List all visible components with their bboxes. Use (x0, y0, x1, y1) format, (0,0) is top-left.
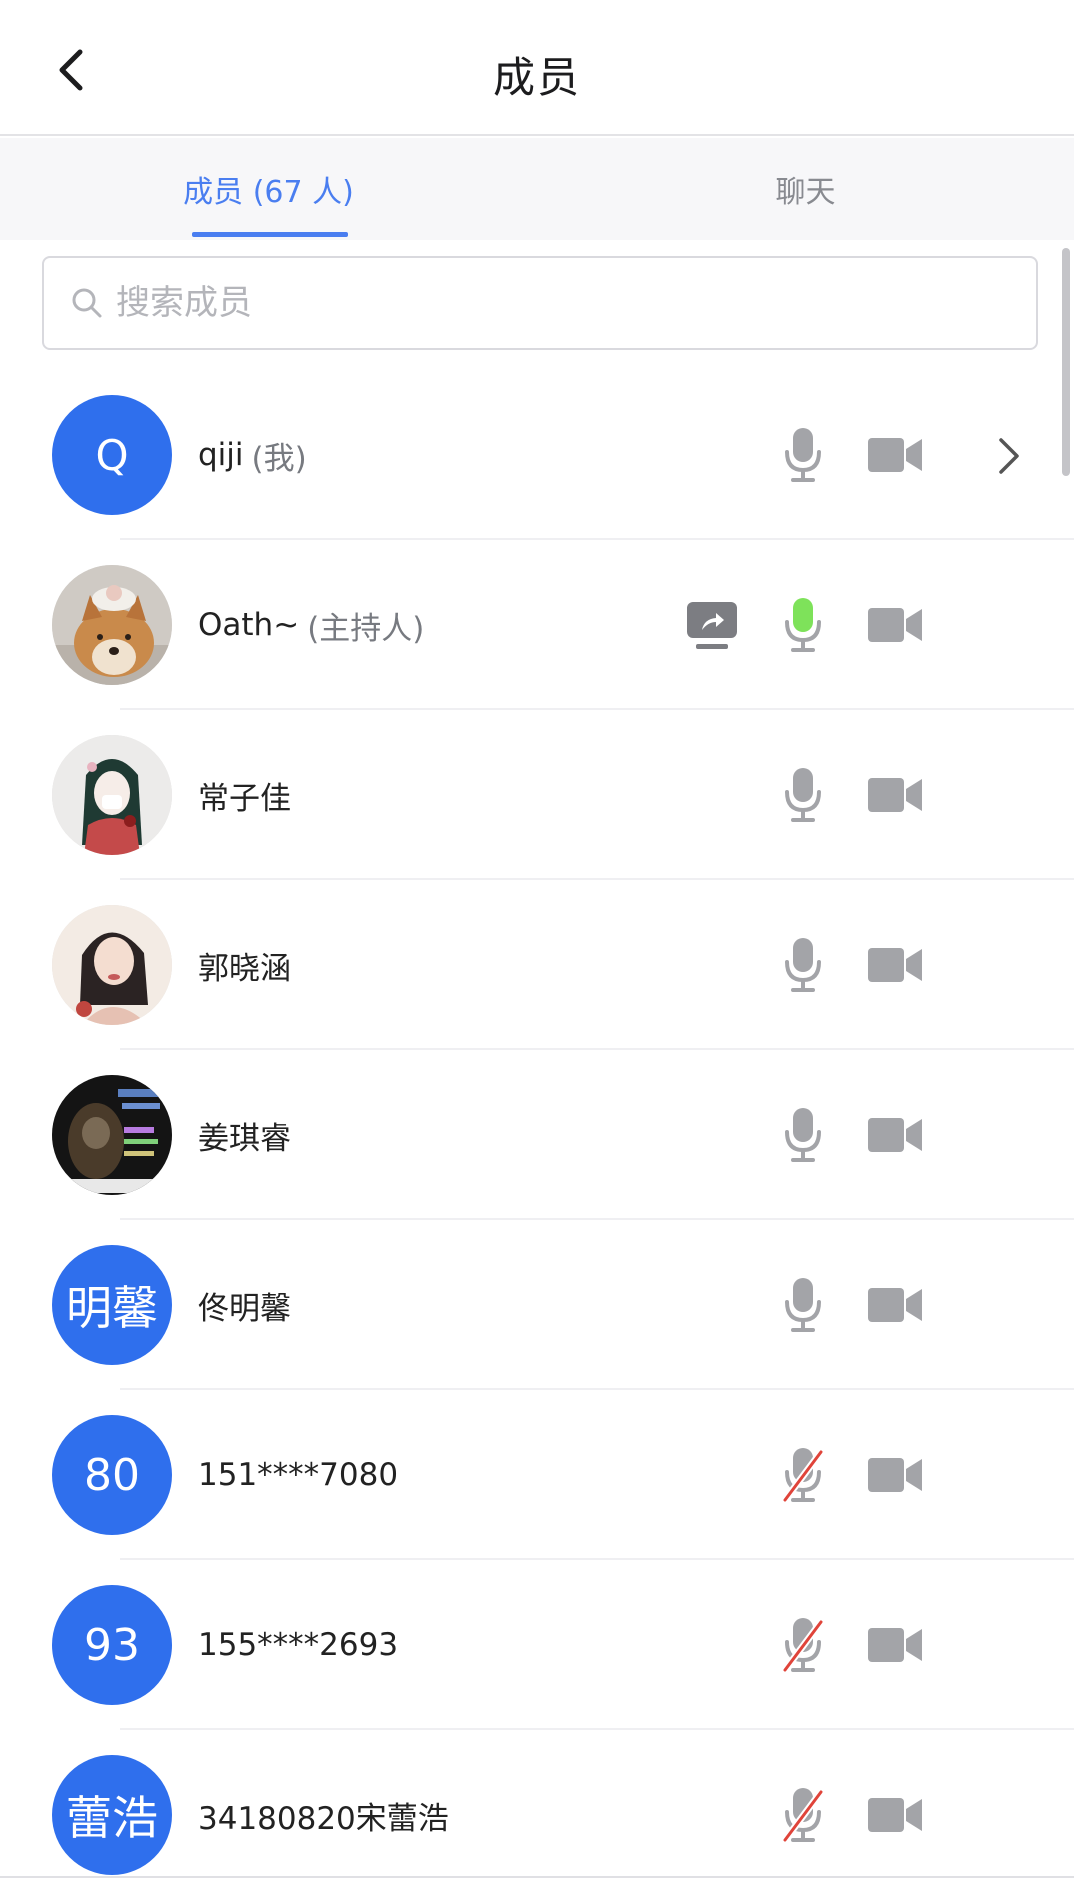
member-row[interactable]: 郭晓涵 (0, 880, 1074, 1050)
microphone-icon[interactable] (782, 1276, 824, 1334)
member-name-text: 姜琪睿 (198, 1120, 291, 1157)
avatar (52, 735, 172, 855)
member-name-text: 郭晓涵 (198, 950, 291, 987)
chevron-right-icon[interactable] (996, 436, 1022, 476)
camera-icon[interactable] (868, 946, 924, 984)
member-name-text: 34180820宋蕾浩 (198, 1800, 449, 1837)
member-name: 佟明馨 (198, 1220, 291, 1390)
member-name-text: 佟明馨 (198, 1290, 291, 1327)
avatar (52, 1075, 172, 1195)
bottom-divider (0, 1876, 1074, 1878)
mic-muted-icon[interactable] (782, 1446, 824, 1504)
nav-bar: 成员 (0, 0, 1074, 136)
avatar: 明馨 (52, 1245, 172, 1365)
camera-icon[interactable] (868, 776, 924, 814)
microphone-icon[interactable] (782, 766, 824, 824)
mic-muted-icon[interactable] (782, 1616, 824, 1674)
member-name-text: 155****2693 (198, 1627, 399, 1663)
search-icon (72, 288, 102, 318)
microphone-icon[interactable] (782, 1106, 824, 1164)
microphone-icon[interactable] (782, 426, 824, 484)
member-role: (我) (251, 440, 307, 477)
member-name: Oath~ (主持人) (198, 540, 424, 710)
tab-bar: 成员 (67 人) 聊天 (0, 138, 1074, 240)
avatar: Q (52, 395, 172, 515)
member-name: 常子佳 (198, 710, 291, 880)
avatar: 蕾浩 (52, 1755, 172, 1875)
avatar (52, 565, 172, 685)
member-row[interactable]: 93 155****2693 (0, 1560, 1074, 1730)
member-name-text: qiji (198, 437, 244, 473)
active-tab-indicator (192, 232, 348, 237)
member-row[interactable]: Qqiji (我) (0, 370, 1074, 540)
avatar: 80 (52, 1415, 172, 1535)
member-row[interactable]: 80 151****7080 (0, 1390, 1074, 1560)
member-name-text: Oath~ (198, 607, 300, 643)
microphone-icon[interactable] (782, 936, 824, 994)
camera-icon[interactable] (868, 436, 924, 474)
member-name: qiji (我) (198, 370, 307, 540)
camera-icon[interactable] (868, 1456, 924, 1494)
members-page: 成员 成员 (67 人) 聊天 Qqiji(我)Oath~(主持人)常子佳郭晓涵… (0, 0, 1074, 1887)
member-role: (主持人) (307, 610, 425, 647)
microphone-icon[interactable] (782, 596, 824, 654)
mic-muted-icon[interactable] (782, 1786, 824, 1844)
avatar (52, 905, 172, 1025)
search-input[interactable] (116, 273, 996, 333)
member-name: 151****7080 (198, 1390, 398, 1560)
tab-members[interactable]: 成员 (67 人) (0, 138, 537, 240)
member-name-text: 151****7080 (198, 1457, 399, 1493)
tab-chat[interactable]: 聊天 (537, 138, 1074, 240)
camera-icon[interactable] (868, 1116, 924, 1154)
member-name: 34180820宋蕾浩 (198, 1730, 449, 1887)
camera-icon[interactable] (868, 1286, 924, 1324)
member-row[interactable]: 明馨 佟明馨 (0, 1220, 1074, 1390)
avatar: 93 (52, 1585, 172, 1705)
member-name: 155****2693 (198, 1560, 398, 1730)
member-name: 姜琪睿 (198, 1050, 291, 1220)
page-title: 成员 (492, 53, 581, 102)
member-row[interactable]: 常子佳 (0, 710, 1074, 880)
member-row[interactable]: 姜琪睿 (0, 1050, 1074, 1220)
camera-icon[interactable] (868, 1796, 924, 1834)
member-list: Qqiji (我) Oath~ (主持人) 常子佳 郭晓涵 姜琪睿 明馨 佟明馨 80 151***… (0, 370, 1074, 1887)
member-name: 郭晓涵 (198, 880, 291, 1050)
member-row[interactable]: 蕾浩 34180820宋蕾浩 (0, 1730, 1074, 1887)
member-name-text: 常子佳 (198, 780, 291, 817)
member-row[interactable]: Oath~ (主持人) (0, 540, 1074, 710)
camera-icon[interactable] (868, 1626, 924, 1664)
search-box[interactable] (42, 256, 1038, 350)
camera-icon[interactable] (868, 606, 924, 644)
screen-share-icon[interactable] (686, 600, 738, 652)
